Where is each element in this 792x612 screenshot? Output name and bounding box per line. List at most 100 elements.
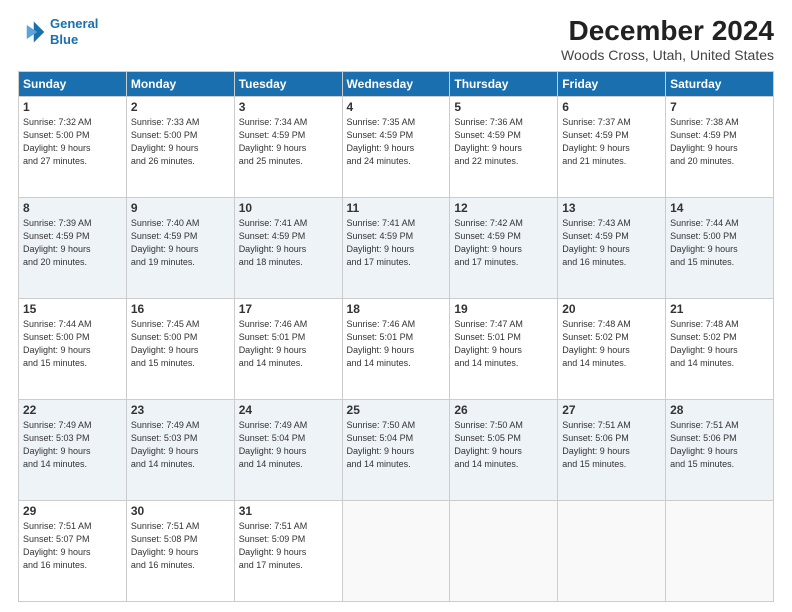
subtitle: Woods Cross, Utah, United States (561, 47, 774, 63)
day-info: Sunrise: 7:51 AM Sunset: 5:06 PM Dayligh… (670, 419, 769, 471)
day-info: Sunrise: 7:36 AM Sunset: 4:59 PM Dayligh… (454, 116, 553, 168)
day-info: Sunrise: 7:38 AM Sunset: 4:59 PM Dayligh… (670, 116, 769, 168)
calendar-cell: 28 Sunrise: 7:51 AM Sunset: 5:06 PM Dayli… (666, 399, 774, 500)
calendar-cell: 5 Sunrise: 7:36 AM Sunset: 4:59 PM Daylig… (450, 96, 558, 197)
day-number: 12 (454, 201, 553, 215)
calendar-week-row: 1 Sunrise: 7:32 AM Sunset: 5:00 PM Daylig… (19, 96, 774, 197)
day-info: Sunrise: 7:33 AM Sunset: 5:00 PM Dayligh… (131, 116, 230, 168)
title-block: December 2024 Woods Cross, Utah, United … (561, 16, 774, 63)
calendar-cell (450, 500, 558, 601)
calendar-cell: 21 Sunrise: 7:48 AM Sunset: 5:02 PM Dayli… (666, 298, 774, 399)
main-title: December 2024 (561, 16, 774, 47)
calendar-cell: 16 Sunrise: 7:45 AM Sunset: 5:00 PM Dayli… (126, 298, 234, 399)
day-number: 29 (23, 504, 122, 518)
calendar-cell: 3 Sunrise: 7:34 AM Sunset: 4:59 PM Daylig… (234, 96, 342, 197)
calendar-cell (666, 500, 774, 601)
day-number: 4 (347, 100, 446, 114)
day-number: 10 (239, 201, 338, 215)
calendar-cell: 27 Sunrise: 7:51 AM Sunset: 5:06 PM Dayli… (558, 399, 666, 500)
header-friday: Friday (558, 71, 666, 96)
day-info: Sunrise: 7:48 AM Sunset: 5:02 PM Dayligh… (670, 318, 769, 370)
calendar-cell: 10 Sunrise: 7:41 AM Sunset: 4:59 PM Dayli… (234, 197, 342, 298)
header-monday: Monday (126, 71, 234, 96)
day-number: 16 (131, 302, 230, 316)
day-number: 11 (347, 201, 446, 215)
calendar-cell: 11 Sunrise: 7:41 AM Sunset: 4:59 PM Dayli… (342, 197, 450, 298)
calendar-cell: 4 Sunrise: 7:35 AM Sunset: 4:59 PM Daylig… (342, 96, 450, 197)
logo-text: General Blue (50, 16, 98, 47)
day-info: Sunrise: 7:35 AM Sunset: 4:59 PM Dayligh… (347, 116, 446, 168)
day-info: Sunrise: 7:39 AM Sunset: 4:59 PM Dayligh… (23, 217, 122, 269)
page: General Blue December 2024 Woods Cross, … (0, 0, 792, 612)
day-number: 21 (670, 302, 769, 316)
calendar-week-row: 29 Sunrise: 7:51 AM Sunset: 5:07 PM Dayli… (19, 500, 774, 601)
day-number: 15 (23, 302, 122, 316)
header-sunday: Sunday (19, 71, 127, 96)
calendar-cell: 1 Sunrise: 7:32 AM Sunset: 5:00 PM Daylig… (19, 96, 127, 197)
calendar-cell: 6Sunrise: 7:37 AM Sunset: 4:59 PM Daylig… (558, 96, 666, 197)
day-info: Sunrise: 7:43 AM Sunset: 4:59 PM Dayligh… (562, 217, 661, 269)
day-info: Sunrise: 7:51 AM Sunset: 5:08 PM Dayligh… (131, 520, 230, 572)
day-number: 20 (562, 302, 661, 316)
calendar-cell: 19 Sunrise: 7:47 AM Sunset: 5:01 PM Dayli… (450, 298, 558, 399)
day-info: Sunrise: 7:48 AM Sunset: 5:02 PM Dayligh… (562, 318, 661, 370)
day-number: 1 (23, 100, 122, 114)
day-number: 28 (670, 403, 769, 417)
day-number: 22 (23, 403, 122, 417)
day-info: Sunrise: 7:51 AM Sunset: 5:07 PM Dayligh… (23, 520, 122, 572)
weekday-header-row: Sunday Monday Tuesday Wednesday Thursday… (19, 71, 774, 96)
day-number: 9 (131, 201, 230, 215)
day-number: 27 (562, 403, 661, 417)
day-info: Sunrise: 7:49 AM Sunset: 5:04 PM Dayligh… (239, 419, 338, 471)
calendar-cell: 7 Sunrise: 7:38 AM Sunset: 4:59 PM Daylig… (666, 96, 774, 197)
calendar-cell: 8Sunrise: 7:39 AM Sunset: 4:59 PM Daylig… (19, 197, 127, 298)
day-info: Sunrise: 7:49 AM Sunset: 5:03 PM Dayligh… (131, 419, 230, 471)
calendar: Sunday Monday Tuesday Wednesday Thursday… (18, 71, 774, 602)
calendar-cell: 12 Sunrise: 7:42 AM Sunset: 4:59 PM Dayli… (450, 197, 558, 298)
calendar-cell: 23Sunrise: 7:49 AM Sunset: 5:03 PM Dayli… (126, 399, 234, 500)
day-info: Sunrise: 7:32 AM Sunset: 5:00 PM Dayligh… (23, 116, 122, 168)
day-info: Sunrise: 7:44 AM Sunset: 5:00 PM Dayligh… (23, 318, 122, 370)
calendar-cell: 29 Sunrise: 7:51 AM Sunset: 5:07 PM Dayli… (19, 500, 127, 601)
calendar-cell: 15 Sunrise: 7:44 AM Sunset: 5:00 PM Dayli… (19, 298, 127, 399)
day-number: 7 (670, 100, 769, 114)
logo: General Blue (18, 16, 98, 47)
day-info: Sunrise: 7:45 AM Sunset: 5:00 PM Dayligh… (131, 318, 230, 370)
calendar-cell: 13Sunrise: 7:43 AM Sunset: 4:59 PM Dayli… (558, 197, 666, 298)
calendar-cell (342, 500, 450, 601)
day-info: Sunrise: 7:41 AM Sunset: 4:59 PM Dayligh… (347, 217, 446, 269)
day-info: Sunrise: 7:44 AM Sunset: 5:00 PM Dayligh… (670, 217, 769, 269)
calendar-cell: 25 Sunrise: 7:50 AM Sunset: 5:04 PM Dayli… (342, 399, 450, 500)
header-saturday: Saturday (666, 71, 774, 96)
logo-icon (18, 18, 46, 46)
day-number: 3 (239, 100, 338, 114)
day-number: 6 (562, 100, 661, 114)
calendar-week-row: 8Sunrise: 7:39 AM Sunset: 4:59 PM Daylig… (19, 197, 774, 298)
day-info: Sunrise: 7:41 AM Sunset: 4:59 PM Dayligh… (239, 217, 338, 269)
day-number: 25 (347, 403, 446, 417)
day-info: Sunrise: 7:42 AM Sunset: 4:59 PM Dayligh… (454, 217, 553, 269)
calendar-cell: 26Sunrise: 7:50 AM Sunset: 5:05 PM Dayli… (450, 399, 558, 500)
day-number: 14 (670, 201, 769, 215)
day-number: 2 (131, 100, 230, 114)
calendar-cell: 22 Sunrise: 7:49 AM Sunset: 5:03 PM Dayli… (19, 399, 127, 500)
day-info: Sunrise: 7:46 AM Sunset: 5:01 PM Dayligh… (239, 318, 338, 370)
day-number: 26 (454, 403, 553, 417)
day-info: Sunrise: 7:51 AM Sunset: 5:06 PM Dayligh… (562, 419, 661, 471)
calendar-cell: 30 Sunrise: 7:51 AM Sunset: 5:08 PM Dayli… (126, 500, 234, 601)
day-info: Sunrise: 7:49 AM Sunset: 5:03 PM Dayligh… (23, 419, 122, 471)
header-thursday: Thursday (450, 71, 558, 96)
day-number: 19 (454, 302, 553, 316)
day-info: Sunrise: 7:40 AM Sunset: 4:59 PM Dayligh… (131, 217, 230, 269)
day-number: 5 (454, 100, 553, 114)
header-wednesday: Wednesday (342, 71, 450, 96)
day-number: 30 (131, 504, 230, 518)
day-info: Sunrise: 7:34 AM Sunset: 4:59 PM Dayligh… (239, 116, 338, 168)
day-info: Sunrise: 7:46 AM Sunset: 5:01 PM Dayligh… (347, 318, 446, 370)
day-info: Sunrise: 7:47 AM Sunset: 5:01 PM Dayligh… (454, 318, 553, 370)
day-info: Sunrise: 7:50 AM Sunset: 5:04 PM Dayligh… (347, 419, 446, 471)
calendar-cell: 14 Sunrise: 7:44 AM Sunset: 5:00 PM Dayli… (666, 197, 774, 298)
calendar-cell: 20 Sunrise: 7:48 AM Sunset: 5:02 PM Dayli… (558, 298, 666, 399)
calendar-cell: 18Sunrise: 7:46 AM Sunset: 5:01 PM Dayli… (342, 298, 450, 399)
calendar-cell: 31Sunrise: 7:51 AM Sunset: 5:09 PM Dayli… (234, 500, 342, 601)
